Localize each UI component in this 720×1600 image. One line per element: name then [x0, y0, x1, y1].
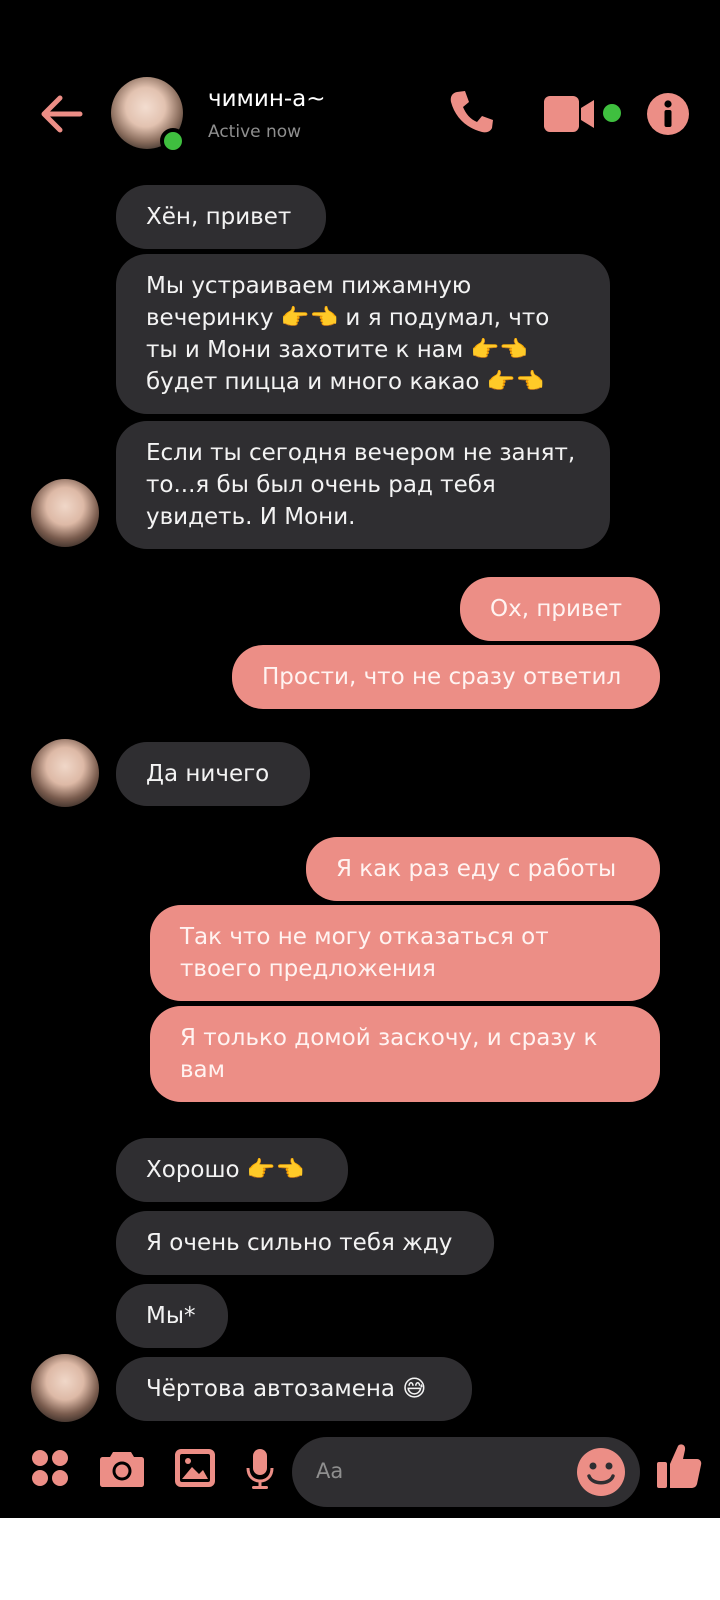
sender-avatar[interactable] [31, 479, 99, 547]
online-indicator [160, 128, 186, 154]
chat-screen: чимин-а~ Active now Хён, привет Мы устра… [0, 0, 720, 1518]
sender-avatar[interactable] [31, 1354, 99, 1422]
message-bubble-incoming[interactable]: Хён, привет [116, 185, 326, 249]
message-bubble-outgoing[interactable]: Я только домой заскочу, и сразу к вам [150, 1006, 660, 1102]
message-bubble-outgoing[interactable]: Прости, что не сразу ответил [232, 645, 660, 709]
video-call-icon[interactable] [544, 96, 596, 136]
message-bubble-incoming[interactable]: Чёртова автозамена 😅 [116, 1357, 472, 1421]
message-bubble-outgoing[interactable]: Я как раз еду с работы [306, 837, 660, 901]
thumbs-up-icon[interactable] [656, 1442, 702, 1494]
info-icon[interactable] [646, 92, 690, 140]
back-arrow-icon[interactable] [40, 92, 84, 136]
message-bubble-incoming[interactable]: Мы устраиваем пижамную вечеринку 👉👈 и я … [116, 254, 610, 414]
sender-avatar[interactable] [31, 739, 99, 807]
contact-status: Active now [208, 122, 302, 142]
message-bubble-incoming[interactable]: Хорошо 👉👈 [116, 1138, 348, 1202]
message-bubble-outgoing[interactable]: Ох, привет [460, 577, 660, 641]
video-active-dot [603, 104, 621, 122]
message-bubble-incoming[interactable]: Я очень сильно тебя жду [116, 1211, 494, 1275]
message-bubble-incoming[interactable]: Если ты сегодня вечером не занят, то...я… [116, 421, 610, 549]
message-bubble-outgoing[interactable]: Так что не могу отказаться от твоего пре… [150, 905, 660, 1001]
camera-icon[interactable] [99, 1448, 145, 1492]
phone-call-icon[interactable] [448, 88, 496, 140]
message-input[interactable]: Aa [292, 1437, 640, 1507]
emoji-icon[interactable] [576, 1447, 626, 1497]
gallery-icon[interactable] [174, 1448, 216, 1492]
message-input-placeholder: Aa [316, 1459, 344, 1483]
message-bubble-incoming[interactable]: Да ничего [116, 742, 310, 806]
message-bubble-incoming[interactable]: Мы* [116, 1284, 228, 1348]
microphone-icon[interactable] [245, 1448, 275, 1494]
apps-menu-icon[interactable] [30, 1448, 70, 1492]
contact-name[interactable]: чимин-а~ [208, 86, 326, 112]
